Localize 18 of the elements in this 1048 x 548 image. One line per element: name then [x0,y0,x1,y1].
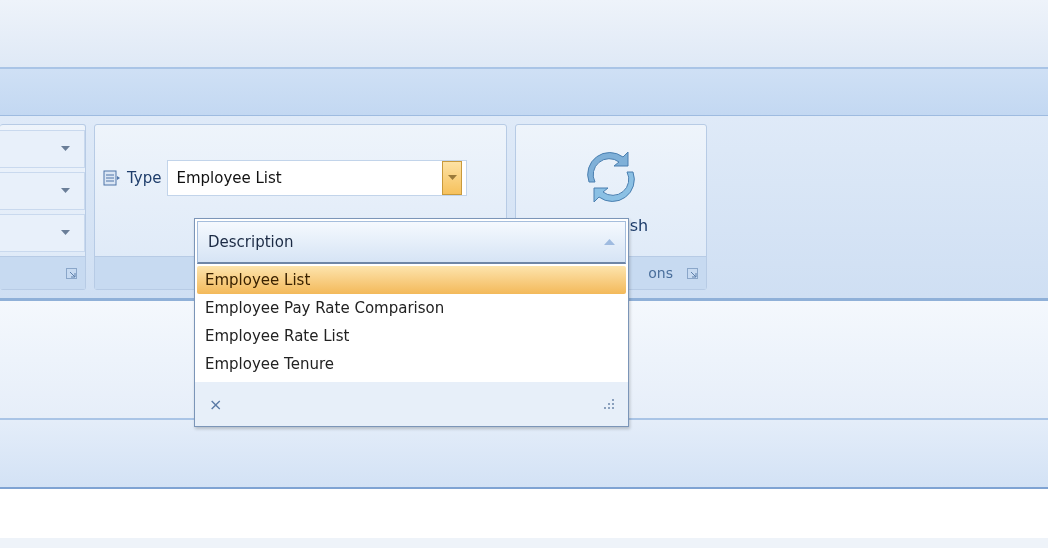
list-icon [103,169,121,186]
list-item[interactable]: Employee Tenure [197,350,626,378]
type-combo-box[interactable]: Employee List [167,159,468,196]
dropdown-arrow-icon[interactable] [61,146,70,151]
dropdown-arrow-icon[interactable] [61,230,70,235]
sort-ascending-icon [604,239,615,245]
clear-button[interactable]: × [209,394,223,414]
dialog-launcher-icon[interactable] [687,267,698,279]
resize-grip-icon[interactable] [604,399,614,409]
dropdown-arrow-icon[interactable] [447,175,457,180]
column-header[interactable]: Description [197,221,626,264]
dialog-launcher-icon[interactable] [66,267,77,279]
dropdown-arrow-icon[interactable] [61,188,70,193]
type-label: Type [127,168,162,187]
list-item[interactable]: Employee Pay Rate Comparison [197,294,626,322]
group-caption: ons [648,265,673,281]
list-item[interactable]: Employee Rate List [197,322,626,350]
list-item[interactable]: Employee List [197,266,626,294]
